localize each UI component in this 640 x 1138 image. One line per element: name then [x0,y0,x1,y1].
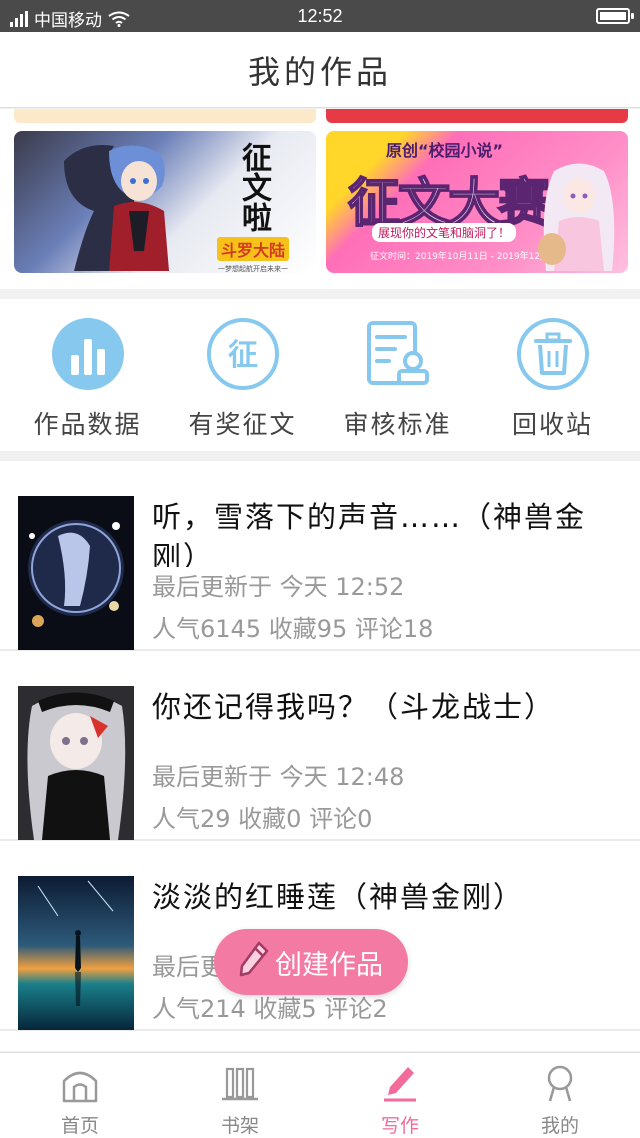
nav-write[interactable]: 写作 [320,1053,480,1138]
bookshelf-icon [220,1063,260,1107]
create-work-label: 创建作品 [275,949,383,981]
banner-douluo-title: 征文啦 [236,142,271,232]
header: 我的作品 [0,32,640,108]
action-review-standard-label: 审核标准 [343,410,452,439]
banner-douluo-subtitle: 斗罗大陆 [216,237,289,261]
banner-contest-subtitle: 展现你的文笔和脑洞了！ [372,223,517,242]
work-cover-image [18,686,134,840]
work-stats: 人气6145 收藏95 评论18 [152,615,434,643]
zheng-badge-icon: 征 [206,317,280,391]
banner-peek-left [14,109,316,123]
nav-home[interactable]: 首页 [0,1053,160,1138]
banner-peek-right [326,109,628,123]
action-work-data[interactable]: 作品数据 [13,299,163,451]
pen-icon [380,1063,420,1107]
anime-girl-illustration [538,163,615,271]
create-work-button[interactable]: 创建作品 [214,929,408,995]
nav-home-label: 首页 [60,1115,99,1137]
action-contest[interactable]: 征 有奖征文 [168,299,318,451]
battery-icon [596,8,634,24]
work-stats: 人气29 收藏0 评论0 [152,805,373,833]
document-stamp-icon [361,317,435,391]
svg-text:征: 征 [228,338,258,373]
trash-icon [516,317,590,391]
home-icon [60,1063,100,1107]
nav-bookshelf-label: 书架 [220,1115,259,1137]
banner-campus-contest[interactable]: 原创“校园小说” 征文大赛 展现你的文笔和脑洞了！ 征文时间：2019年10月1… [326,131,628,273]
nav-profile-label: 我的 [540,1115,579,1137]
work-cover-image [18,876,134,1030]
banner-carousel[interactable]: 征文啦 斗罗大陆 一梦想起航开启未来一 原创“校园小说” 征文大赛 展现你的文笔… [0,109,640,289]
banner-contest-heading: 原创“校园小说” [386,141,504,160]
status-bar: 中国移动 12:52 [0,0,640,32]
list-item[interactable]: 你还记得我吗？（斗龙战士） 最后更新于 今天 12:48 人气29 收藏0 评论… [0,651,640,841]
pencil-icon [239,941,269,984]
banner-douluo-caption: 一梦想起航开启未来一 [218,265,288,273]
page-title: 我的作品 [247,52,392,91]
nav-write-label: 写作 [380,1115,419,1137]
action-review-standard[interactable]: 审核标准 [323,299,473,451]
action-recycle-bin-label: 回收站 [511,410,593,439]
work-cover-image [18,496,134,650]
banner-douluo-text: 征文啦 斗罗大陆 一梦想起航开启未来一 [208,139,298,273]
quick-actions: 作品数据 征 有奖征文 审核标准 回收站 [0,299,640,451]
list-item[interactable]: 听，雪落下的声音……（神兽金刚） 最后更新于 今天 12:52 人气6145 收… [0,461,640,651]
work-updated: 最后更新于 今天 12:48 [152,763,405,791]
work-updated: 最后更新于 今天 12:52 [152,573,405,601]
action-contest-label: 有奖征文 [188,410,297,439]
nav-bookshelf[interactable]: 书架 [160,1053,320,1138]
bar-chart-icon [51,317,125,391]
action-work-data-label: 作品数据 [33,410,142,439]
work-title: 听，雪落下的声音……（神兽金刚） [152,500,587,567]
nav-profile[interactable]: 我的 [480,1053,640,1138]
status-time: 12:52 [297,6,343,26]
profile-icon [540,1063,580,1107]
bottom-nav: 首页 书架 写作 我的 [0,1052,640,1138]
action-recycle-bin[interactable]: 回收站 [478,299,628,451]
anime-character-illustration [64,145,169,271]
work-title: 你还记得我吗？（斗龙战士） [152,690,556,724]
banner-douluo[interactable]: 征文啦 斗罗大陆 一梦想起航开启未来一 [14,131,316,273]
